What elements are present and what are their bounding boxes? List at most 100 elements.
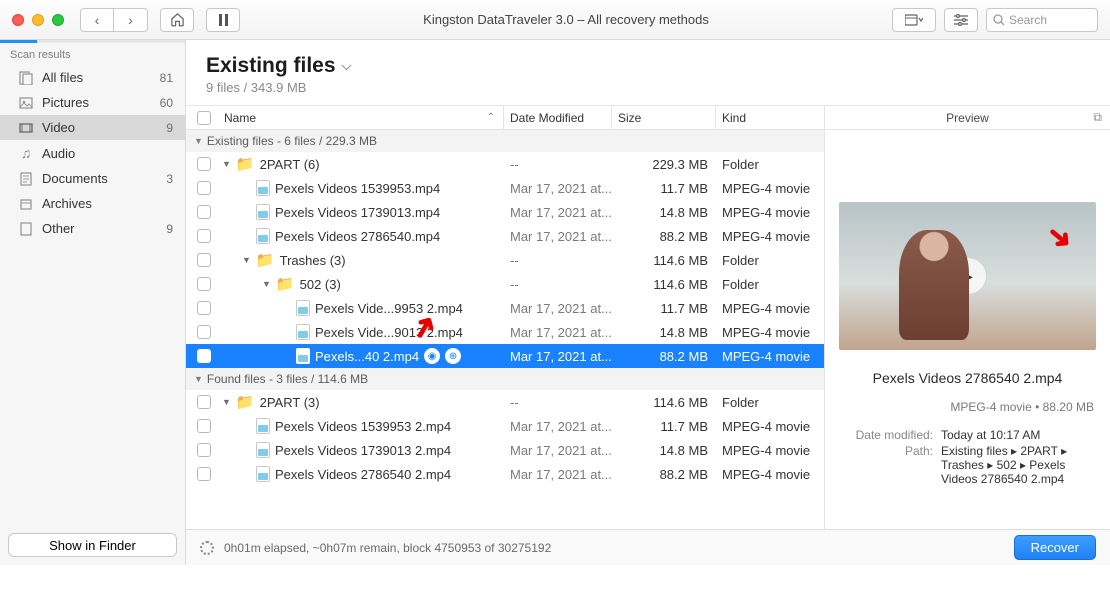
table-row[interactable]: ▼ 📁 Trashes (3)--114.6 MBFolder bbox=[186, 248, 824, 272]
cell-date: -- bbox=[504, 395, 612, 410]
forward-button[interactable]: › bbox=[114, 8, 148, 32]
file-name: Pexels Videos 1539953.mp4 bbox=[275, 181, 440, 196]
table-row[interactable]: Pexels Vide...9013 2.mp4Mar 17, 2021 at.… bbox=[186, 320, 824, 344]
preview-header: Preview ⧉ bbox=[825, 106, 1110, 130]
minimize-window-icon[interactable] bbox=[32, 14, 44, 26]
column-size[interactable]: Size bbox=[612, 106, 716, 129]
file-name: 2PART (6) bbox=[260, 157, 320, 172]
close-window-icon[interactable] bbox=[12, 14, 24, 26]
video-file-icon bbox=[296, 300, 310, 316]
row-checkbox[interactable] bbox=[197, 443, 211, 457]
cell-date: -- bbox=[504, 277, 612, 292]
row-checkbox[interactable] bbox=[197, 181, 211, 195]
row-checkbox[interactable] bbox=[197, 253, 211, 267]
table-row[interactable]: Pexels Videos 1739013 2.mp4Mar 17, 2021 … bbox=[186, 438, 824, 462]
pause-button[interactable] bbox=[206, 8, 240, 32]
disclosure-triangle-icon[interactable]: ▼ bbox=[242, 255, 251, 265]
file-name: 502 (3) bbox=[300, 277, 341, 292]
path-value: Existing files ▸ 2PART ▸ Trashes ▸ 502 ▸… bbox=[941, 444, 1094, 486]
settings-button[interactable] bbox=[944, 8, 978, 32]
sidebar-item-documents[interactable]: Documents 3 bbox=[0, 166, 185, 191]
preview-panel: Preview ⧉ ▶ ➜ Pexels Videos 2786540 2.mp… bbox=[824, 106, 1110, 529]
cell-kind: MPEG-4 movie bbox=[716, 467, 824, 482]
cell-date: -- bbox=[504, 157, 612, 172]
group-row[interactable]: ▼ Found files - 3 files / 114.6 MB bbox=[186, 368, 824, 390]
table-row[interactable]: Pexels Videos 2786540.mp4Mar 17, 2021 at… bbox=[186, 224, 824, 248]
table-row[interactable]: Pexels...40 2.mp4 ◉⊕Mar 17, 2021 at...88… bbox=[186, 344, 824, 368]
view-options-button[interactable] bbox=[892, 8, 936, 32]
row-checkbox[interactable] bbox=[197, 205, 211, 219]
table-row[interactable]: Pexels Vide...9953 2.mp4Mar 17, 2021 at.… bbox=[186, 296, 824, 320]
sidebar-item-audio[interactable]: ♫ Audio bbox=[0, 140, 185, 166]
file-name: Pexels Videos 1539953 2.mp4 bbox=[275, 419, 451, 434]
scan-status: 0h01m elapsed, ~0h07m remain, block 4750… bbox=[224, 541, 551, 555]
video-file-icon bbox=[296, 348, 310, 364]
row-checkbox[interactable] bbox=[197, 325, 211, 339]
video-file-icon bbox=[256, 418, 270, 434]
cell-kind: MPEG-4 movie bbox=[716, 419, 824, 434]
table-row[interactable]: Pexels Videos 1539953 2.mp4Mar 17, 2021 … bbox=[186, 414, 824, 438]
pictures-icon bbox=[18, 96, 34, 110]
disclosure-triangle-icon: ▼ bbox=[194, 374, 203, 384]
sidebar-item-archives[interactable]: Archives bbox=[0, 191, 185, 216]
file-name: Pexels Videos 2786540.mp4 bbox=[275, 229, 440, 244]
cell-date: Mar 17, 2021 at... bbox=[504, 205, 612, 220]
show-in-finder-button[interactable]: Show in Finder bbox=[8, 533, 177, 557]
cell-kind: MPEG-4 movie bbox=[716, 443, 824, 458]
table-row[interactable]: Pexels Videos 2786540 2.mp4Mar 17, 2021 … bbox=[186, 462, 824, 486]
folder-icon: 📁 bbox=[256, 251, 275, 269]
cell-date: Mar 17, 2021 at... bbox=[504, 349, 612, 364]
disclosure-triangle-icon[interactable]: ▼ bbox=[222, 159, 231, 169]
table-row[interactable]: Pexels Videos 1539953.mp4Mar 17, 2021 at… bbox=[186, 176, 824, 200]
disclosure-triangle-icon[interactable]: ▼ bbox=[222, 397, 231, 407]
column-date[interactable]: Date Modified bbox=[504, 106, 612, 129]
row-checkbox[interactable] bbox=[197, 395, 211, 409]
search-input[interactable]: Search bbox=[986, 8, 1098, 32]
video-file-icon bbox=[256, 442, 270, 458]
recover-button[interactable]: Recover bbox=[1014, 535, 1096, 560]
select-all-checkbox[interactable] bbox=[197, 111, 211, 125]
row-checkbox[interactable] bbox=[197, 301, 211, 315]
date-modified-label: Date modified: bbox=[841, 428, 933, 442]
cell-size: 14.8 MB bbox=[612, 443, 716, 458]
files-icon bbox=[18, 71, 34, 85]
path-label: Path: bbox=[841, 444, 933, 486]
disclosure-triangle-icon[interactable]: ▼ bbox=[262, 279, 271, 289]
page-title[interactable]: Existing files⌵ bbox=[206, 54, 351, 78]
sidebar-item-other[interactable]: Other 9 bbox=[0, 216, 185, 241]
titlebar: ‹ › Kingston DataTraveler 3.0 – All reco… bbox=[0, 0, 1110, 40]
window-title: Kingston DataTraveler 3.0 – All recovery… bbox=[240, 12, 892, 27]
preview-file-title: Pexels Videos 2786540 2.mp4 bbox=[825, 364, 1110, 392]
row-checkbox[interactable] bbox=[197, 229, 211, 243]
row-checkbox[interactable] bbox=[197, 349, 211, 363]
sidebar-item-pictures[interactable]: Pictures 60 bbox=[0, 90, 185, 115]
row-checkbox[interactable] bbox=[197, 467, 211, 481]
preview-thumbnail[interactable]: ▶ ➜ bbox=[839, 202, 1096, 350]
table-header: Name⌃ Date Modified Size Kind bbox=[186, 106, 824, 130]
column-kind[interactable]: Kind bbox=[716, 106, 824, 129]
table-row[interactable]: ▼ 📁 2PART (6)--229.3 MBFolder bbox=[186, 152, 824, 176]
table-row[interactable]: ▼ 📁 2PART (3)--114.6 MBFolder bbox=[186, 390, 824, 414]
popout-icon[interactable]: ⧉ bbox=[1093, 110, 1102, 125]
info-action-icon[interactable]: ⊕ bbox=[445, 348, 461, 364]
column-name[interactable]: Name⌃ bbox=[222, 106, 504, 129]
row-checkbox[interactable] bbox=[197, 157, 211, 171]
table-row[interactable]: ▼ 📁 502 (3)--114.6 MBFolder bbox=[186, 272, 824, 296]
back-button[interactable]: ‹ bbox=[80, 8, 114, 32]
preview-action-icon[interactable]: ◉ bbox=[424, 348, 440, 364]
file-name: Pexels Videos 2786540 2.mp4 bbox=[275, 467, 451, 482]
sort-ascending-icon: ⌃ bbox=[487, 112, 495, 123]
group-row[interactable]: ▼ Existing files - 6 files / 229.3 MB bbox=[186, 130, 824, 152]
cell-kind: MPEG-4 movie bbox=[716, 301, 824, 316]
sidebar-item-video[interactable]: Video 9 bbox=[0, 115, 185, 140]
table-row[interactable]: Pexels Videos 1739013.mp4Mar 17, 2021 at… bbox=[186, 200, 824, 224]
sidebar-item-all-files[interactable]: All files 81 bbox=[0, 65, 185, 90]
row-checkbox[interactable] bbox=[197, 277, 211, 291]
row-checkbox[interactable] bbox=[197, 419, 211, 433]
maximize-window-icon[interactable] bbox=[52, 14, 64, 26]
cell-size: 114.6 MB bbox=[612, 395, 716, 410]
footer: 0h01m elapsed, ~0h07m remain, block 4750… bbox=[186, 529, 1110, 565]
home-button[interactable] bbox=[160, 8, 194, 32]
audio-icon: ♫ bbox=[18, 145, 34, 161]
folder-icon: 📁 bbox=[276, 275, 295, 293]
